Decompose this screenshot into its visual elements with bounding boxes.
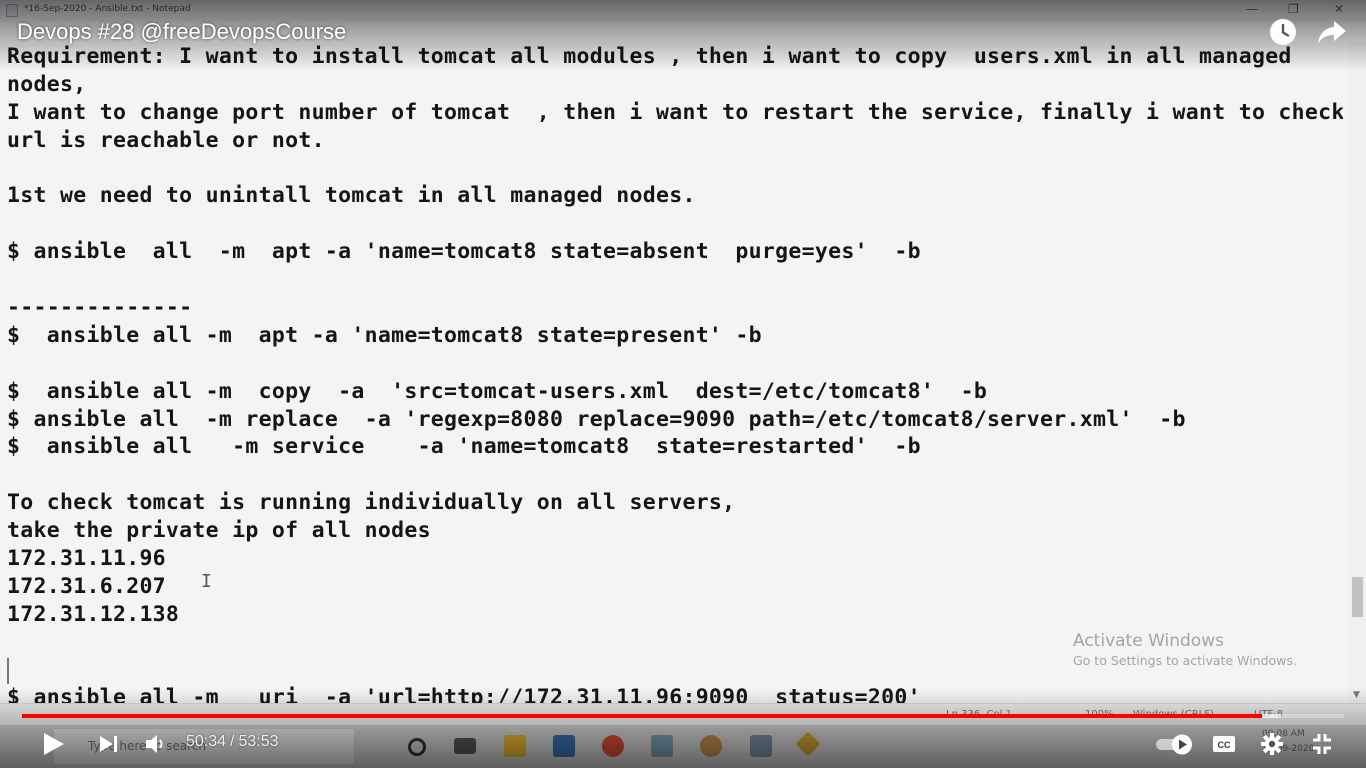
text-line: Requirement: I want to install tomcat al… (7, 44, 1292, 69)
text-line: $ ansible all -m apt -a 'name=tomcat8 st… (7, 322, 762, 348)
notepad-window-title: *16-Sep-2020 - Ansible.txt - Notepad (24, 4, 191, 14)
notepad-taskbar-icon (651, 735, 673, 757)
autoplay-toggle-icon[interactable] (1154, 728, 1200, 760)
text-line: $ ansible all -m service -a 'name=tomcat… (7, 434, 921, 460)
task-view-icon (454, 738, 476, 754)
maximize-icon: ❐ (1288, 2, 1299, 16)
file-explorer-icon (504, 735, 526, 757)
scroll-down-icon: ▼ (1353, 690, 1360, 700)
text-line: 172.31.11.96 (7, 546, 166, 572)
text-line (7, 210, 1343, 238)
svg-text:CC: CC (1218, 740, 1231, 750)
notepad-vertical-scrollbar: ▼ (1349, 42, 1366, 702)
text-line (7, 657, 1343, 685)
share-icon[interactable] (1316, 17, 1348, 47)
app-icon (553, 735, 575, 757)
time-display: 50:34/53:53 (186, 733, 279, 751)
progress-bar[interactable] (22, 714, 1344, 718)
settings-icon[interactable] (1258, 728, 1286, 760)
notepad-icon (6, 4, 18, 17)
scrollbar-thumb (1352, 577, 1363, 617)
notepad-text-area: Requirement: I want to install tomcat al… (7, 43, 1343, 703)
subtitles-icon[interactable]: CC (1210, 728, 1238, 760)
progress-played (22, 714, 1263, 718)
text-line: $ ansible all -m apt -a 'name=tomcat8 st… (7, 239, 921, 265)
text-line: 172.31.12.138 (7, 601, 180, 627)
text-line: I want to change port number of tomcat ,… (7, 99, 1343, 125)
chrome-icon (602, 735, 624, 757)
text-line (7, 461, 1343, 489)
next-icon[interactable] (95, 728, 123, 760)
cortana-icon (408, 738, 426, 756)
text-line (7, 155, 1343, 183)
watch-later-icon[interactable] (1268, 17, 1298, 47)
text-line: $ ansible all -m replace -a 'regexp=8080… (7, 406, 1186, 432)
text-line: take the private ip of all nodes (7, 518, 431, 544)
text-line: nodes, (7, 71, 87, 97)
text-line (7, 629, 1343, 657)
duration: 53:53 (238, 733, 279, 750)
close-icon: ✕ (1334, 2, 1345, 16)
minimize-icon: — (1246, 2, 1258, 16)
volume-icon[interactable] (142, 728, 170, 760)
text-line: 1st we need to unintall tomcat in all ma… (7, 183, 696, 209)
text-line: url is reachable or not. (7, 127, 325, 153)
text-cursor-icon: I (201, 571, 212, 592)
text-line (7, 350, 1343, 378)
current-time: 50:34 (186, 733, 227, 750)
app-icon (795, 731, 821, 757)
text-line: -------------- (7, 295, 193, 321)
app-icon (750, 735, 772, 757)
time-separator: / (230, 733, 235, 750)
text-line: To check tomcat is running individually … (7, 490, 736, 516)
video-player[interactable]: *16-Sep-2020 - Ansible.txt - Notepad — ❐… (0, 0, 1366, 768)
text-line (7, 266, 1343, 294)
exit-fullscreen-icon[interactable] (1307, 728, 1337, 760)
text-caret (7, 658, 9, 684)
video-title[interactable]: Devops #28 @freeDevopsCourse (17, 18, 346, 46)
text-line: $ ansible all -m uri -a 'url=http://172.… (7, 685, 921, 703)
app-icon (700, 735, 722, 757)
text-line: $ ansible all -m copy -a 'src=tomcat-use… (7, 378, 988, 404)
play-icon[interactable] (38, 728, 68, 760)
